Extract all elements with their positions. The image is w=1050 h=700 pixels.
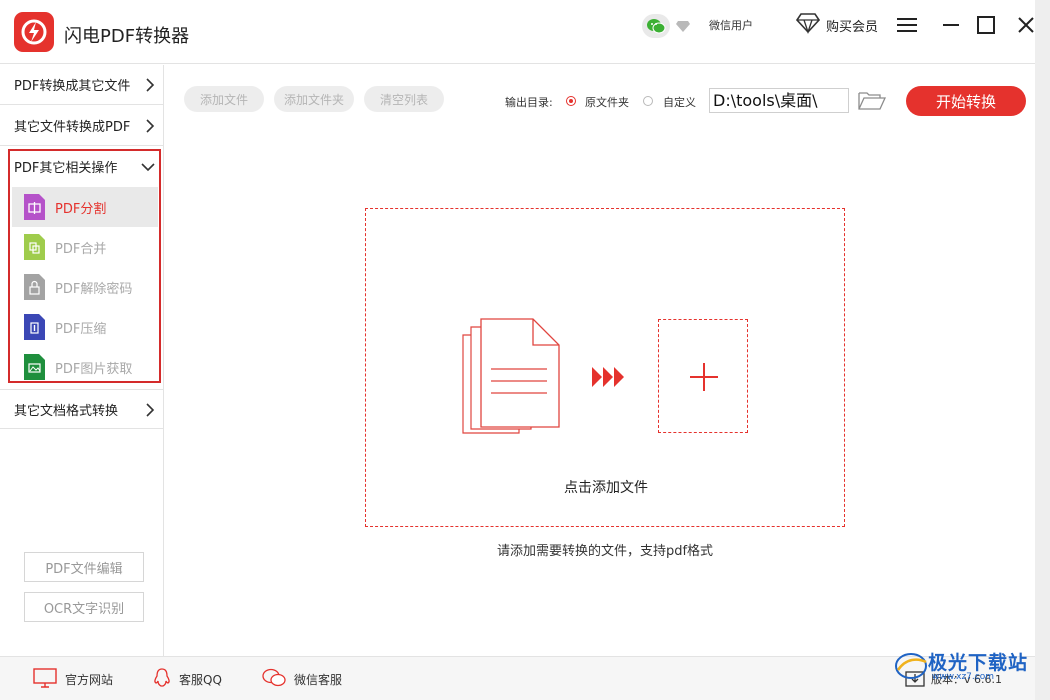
sidebar-item-pdf-merge[interactable]: PDF合并 xyxy=(12,227,158,267)
update-icon xyxy=(905,669,925,690)
sidebar-item-pdf-image-extract[interactable]: PDF图片获取 xyxy=(12,347,158,387)
sidebar-category-label: 其它文档格式转换 xyxy=(14,403,119,419)
version-label: 版本：v 6.6.1 xyxy=(931,673,1002,686)
sidebar-item-label: PDF解除密码 xyxy=(55,281,133,297)
buy-vip-label: 购买会员 xyxy=(826,19,879,35)
radio-custom-label: 自定义 xyxy=(663,96,696,109)
sidebar-category-pdf-to-other[interactable]: PDF转换成其它文件 xyxy=(0,65,163,105)
pdf-image-extract-icon xyxy=(24,354,45,380)
output-path-field[interactable]: D:\tools\桌面\ xyxy=(709,88,849,113)
sidebar-item-label: PDF分割 xyxy=(55,201,107,217)
sidebar-item-pdf-split[interactable]: PDF分割 xyxy=(12,187,158,227)
chevron-right-icon xyxy=(145,403,155,421)
chevron-right-icon xyxy=(145,78,155,96)
wechat-support-label: 微信客服 xyxy=(294,672,343,687)
wechat-support-link[interactable]: 微信客服 xyxy=(262,668,343,691)
official-website-link[interactable]: 官方网站 xyxy=(33,667,114,691)
file-drop-zone[interactable]: 点击添加文件 xyxy=(365,208,845,527)
sidebar-category-other-doc-formats[interactable]: 其它文档格式转换 xyxy=(0,389,163,429)
radio-original-folder[interactable] xyxy=(566,96,576,106)
sidebar-item-label: PDF图片获取 xyxy=(55,361,133,377)
monitor-icon xyxy=(33,667,57,691)
radio-custom[interactable] xyxy=(643,96,653,106)
sidebar-category-other-to-pdf[interactable]: 其它文件转换成PDF xyxy=(0,106,163,146)
sidebar-item-label: PDF合并 xyxy=(55,241,107,257)
vip-diamond-icon xyxy=(676,17,690,36)
pdf-split-icon xyxy=(24,194,45,220)
pdf-unlock-icon xyxy=(24,274,45,300)
app-logo-icon xyxy=(14,12,54,52)
clear-list-button[interactable]: 清空列表 xyxy=(364,86,444,112)
desktop-background-strip xyxy=(1035,0,1050,700)
pdf-edit-button[interactable]: PDF文件编辑 xyxy=(24,552,144,582)
title-bar: 闪电PDF转换器 微信用户 购买会员 xyxy=(0,0,1035,64)
wechat-avatar-icon[interactable] xyxy=(642,14,670,38)
sidebar-category-label: PDF其它相关操作 xyxy=(14,160,118,176)
sidebar-item-pdf-compress[interactable]: PDF压缩 xyxy=(12,307,158,347)
drop-zone-hint: 请添加需要转换的文件，支持pdf格式 xyxy=(496,544,714,559)
version-info: 版本：v 6.6.1 xyxy=(905,669,1002,689)
menu-icon[interactable] xyxy=(894,12,920,38)
buy-vip-button[interactable]: 购买会员 xyxy=(795,12,879,38)
sidebar-category-pdf-other-ops[interactable]: PDF其它相关操作 xyxy=(0,146,163,186)
sidebar-item-label: PDF压缩 xyxy=(55,321,107,337)
open-folder-icon[interactable] xyxy=(858,90,887,114)
maximize-icon[interactable] xyxy=(973,12,999,38)
sidebar: PDF转换成其它文件 其它文件转换成PDF PDF其它相关操作 PDF分割 PD… xyxy=(0,65,164,656)
official-website-label: 官方网站 xyxy=(65,672,114,687)
sidebar-item-pdf-unlock[interactable]: PDF解除密码 xyxy=(12,267,158,307)
ocr-button[interactable]: OCR文字识别 xyxy=(24,592,144,622)
sidebar-category-label: 其它文件转换成PDF xyxy=(14,120,131,135)
qq-icon xyxy=(153,667,171,691)
output-directory-label: 输出目录: xyxy=(505,96,553,109)
user-name[interactable]: 微信用户 xyxy=(709,17,753,33)
minimize-icon[interactable] xyxy=(938,12,964,38)
radio-original-folder-label: 原文件夹 xyxy=(585,96,629,109)
drop-zone-label: 点击添加文件 xyxy=(564,480,648,496)
document-stack-icon xyxy=(461,317,561,441)
wechat-icon xyxy=(262,668,286,691)
add-file-button[interactable]: 添加文件 xyxy=(184,86,264,112)
vip-diamond-outline-icon xyxy=(795,12,821,38)
chevron-right-icon xyxy=(145,119,155,137)
add-file-box[interactable] xyxy=(658,319,748,433)
app-title: 闪电PDF转换器 xyxy=(64,26,190,47)
plus-icon xyxy=(688,361,720,397)
triple-arrow-icon xyxy=(592,365,624,393)
add-folder-button[interactable]: 添加文件夹 xyxy=(274,86,354,112)
pdf-compress-icon xyxy=(24,314,45,340)
footer: 官方网站 客服QQ 微信客服 版本：v 6.6.1 xyxy=(0,656,1035,700)
app-window: 闪电PDF转换器 微信用户 购买会员 PDF转换成其它文件 其它文件转换成PDF… xyxy=(0,0,1035,700)
chevron-down-icon xyxy=(141,161,155,176)
qq-support-label: 客服QQ xyxy=(179,672,222,687)
qq-support-link[interactable]: 客服QQ xyxy=(153,667,222,691)
start-convert-button[interactable]: 开始转换 xyxy=(906,86,1026,116)
sidebar-category-label: PDF转换成其它文件 xyxy=(14,79,131,94)
pdf-merge-icon xyxy=(24,234,45,260)
